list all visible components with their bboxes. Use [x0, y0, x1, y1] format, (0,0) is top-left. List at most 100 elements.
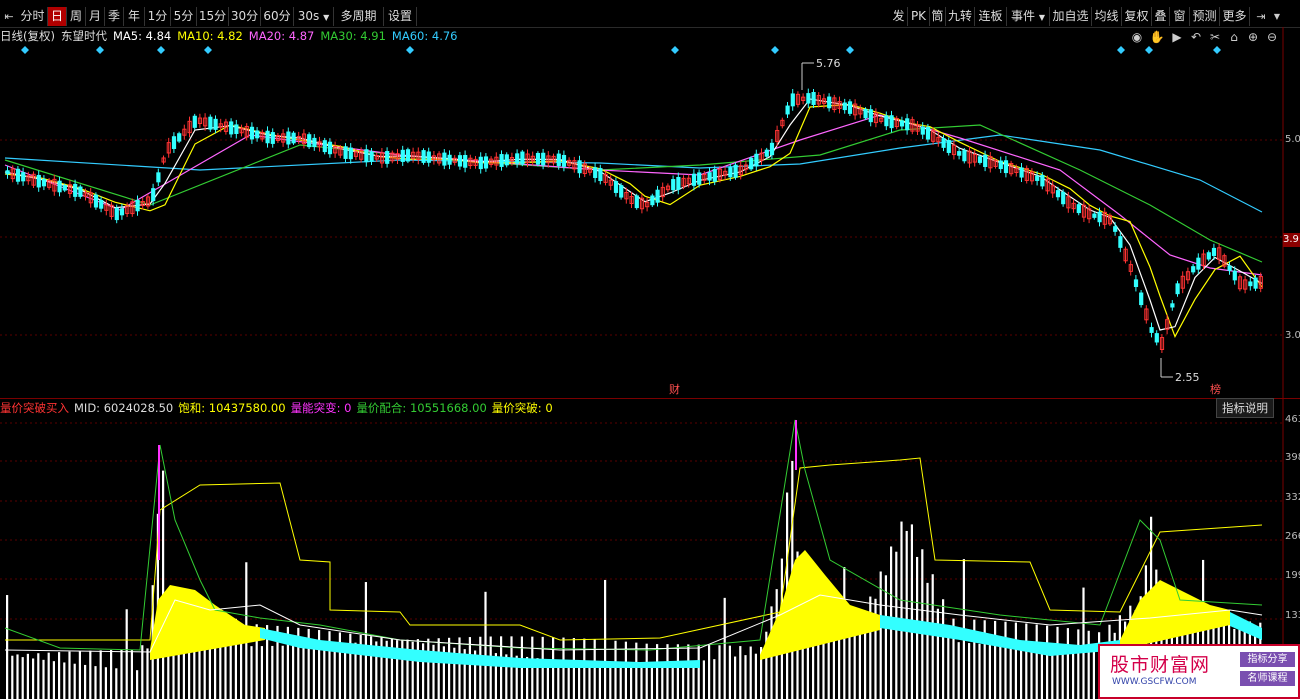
candle-body	[863, 108, 868, 119]
candle-body	[998, 160, 1003, 170]
volume-bar	[16, 654, 19, 699]
volume-bar	[63, 662, 66, 699]
candle-body	[1170, 303, 1175, 308]
volume-bar	[1030, 646, 1033, 699]
ma5-line	[4, 98, 1263, 331]
volume-bar	[94, 666, 97, 699]
volume-bar	[645, 643, 648, 699]
candle-body	[442, 152, 447, 166]
volume-bar	[37, 653, 40, 699]
candle-body	[1253, 277, 1258, 289]
ma20-line	[4, 114, 1263, 276]
volume-bar	[510, 636, 513, 699]
volume-bar	[744, 655, 747, 699]
volume-bar	[1056, 626, 1059, 699]
volume-bar	[1087, 630, 1090, 699]
candle-body	[208, 116, 213, 130]
candle-body	[286, 131, 291, 145]
volume-bar	[739, 646, 742, 699]
candle-body	[1227, 265, 1232, 271]
volume-bar	[708, 644, 711, 699]
volume-bar	[89, 650, 92, 699]
volume-bar	[583, 638, 586, 699]
volume-bar	[619, 664, 622, 699]
candle-body	[229, 121, 234, 135]
ind-tick-199: 199	[1285, 570, 1300, 581]
volume-bar	[926, 582, 929, 699]
volume-bar	[957, 642, 960, 699]
candle-body	[255, 130, 260, 139]
candle-body	[577, 160, 582, 174]
ma10-line	[4, 103, 1263, 338]
candle-body	[135, 199, 140, 212]
candle-body	[650, 195, 655, 206]
candle-body	[941, 138, 946, 148]
indicator-help-button[interactable]: 指标说明	[1216, 398, 1274, 418]
candle-body	[634, 195, 639, 209]
signal-diamond	[406, 46, 414, 54]
candle-body	[73, 183, 78, 197]
kline-chart[interactable]: 5.76 2.55 财 榜 5.0 3.0 463 398 332 266 19…	[0, 0, 1300, 699]
marker-cai: 财	[669, 382, 680, 396]
volume-bar	[500, 636, 503, 699]
candle-body	[171, 136, 177, 149]
candle-body	[1175, 283, 1180, 295]
signal-diamond	[846, 46, 854, 54]
candle-body	[36, 174, 41, 188]
candle-body	[868, 109, 873, 123]
volume-bar	[1035, 624, 1038, 699]
volume-bar	[640, 665, 643, 699]
volume-bar	[1025, 623, 1028, 699]
candle-body	[1019, 167, 1024, 178]
volume-bar	[47, 652, 50, 699]
candle-body	[676, 176, 681, 190]
candle-body	[957, 151, 962, 156]
volume-bar	[260, 646, 263, 699]
volume-bar	[73, 663, 76, 699]
volume-bar	[999, 645, 1002, 699]
candle-body	[977, 156, 983, 163]
volume-bar	[624, 641, 627, 699]
volume-bar	[68, 651, 71, 699]
volume-bar	[988, 644, 991, 699]
volume-bar	[427, 638, 430, 699]
volume-bar	[120, 649, 123, 699]
volume-bar	[942, 599, 945, 699]
volume-bar	[250, 646, 253, 699]
candle-body	[265, 130, 270, 144]
volume-bar	[1046, 625, 1049, 699]
candle-body	[1118, 236, 1123, 248]
candle-body	[463, 154, 468, 168]
candle-body	[62, 185, 67, 191]
candle-body	[483, 156, 489, 169]
watermark-logo: 股市财富网 WWW.GSCFW.COM 指标分享 名师课程	[1098, 644, 1300, 699]
signal-diamond	[21, 46, 29, 54]
signal-diamond	[204, 46, 212, 54]
candle-body	[920, 126, 925, 135]
volume-bar	[650, 665, 653, 699]
candle-body	[312, 137, 317, 148]
volume-bar	[900, 521, 903, 699]
candle-body	[905, 118, 910, 131]
volume-bar	[754, 653, 757, 699]
volume-bar	[994, 620, 997, 699]
candle-body	[192, 115, 197, 128]
candle-body	[504, 154, 509, 166]
volume-bar	[588, 662, 591, 699]
candle-body	[1196, 257, 1201, 270]
candle-body	[561, 154, 567, 167]
candle-body	[457, 155, 463, 167]
candle-body	[234, 124, 239, 134]
candle-body	[151, 188, 156, 202]
volume-bar	[229, 640, 232, 699]
candle-body	[754, 153, 759, 167]
candle-body	[78, 186, 83, 197]
candle-body	[790, 93, 795, 107]
candle-body	[1076, 204, 1081, 214]
volume-bar	[240, 643, 243, 699]
volume-bar	[947, 634, 950, 699]
candle-body	[1055, 190, 1061, 198]
watermark-url: WWW.GSCFW.COM	[1112, 677, 1197, 687]
candle-body	[499, 154, 504, 167]
volume-bar	[910, 524, 913, 699]
